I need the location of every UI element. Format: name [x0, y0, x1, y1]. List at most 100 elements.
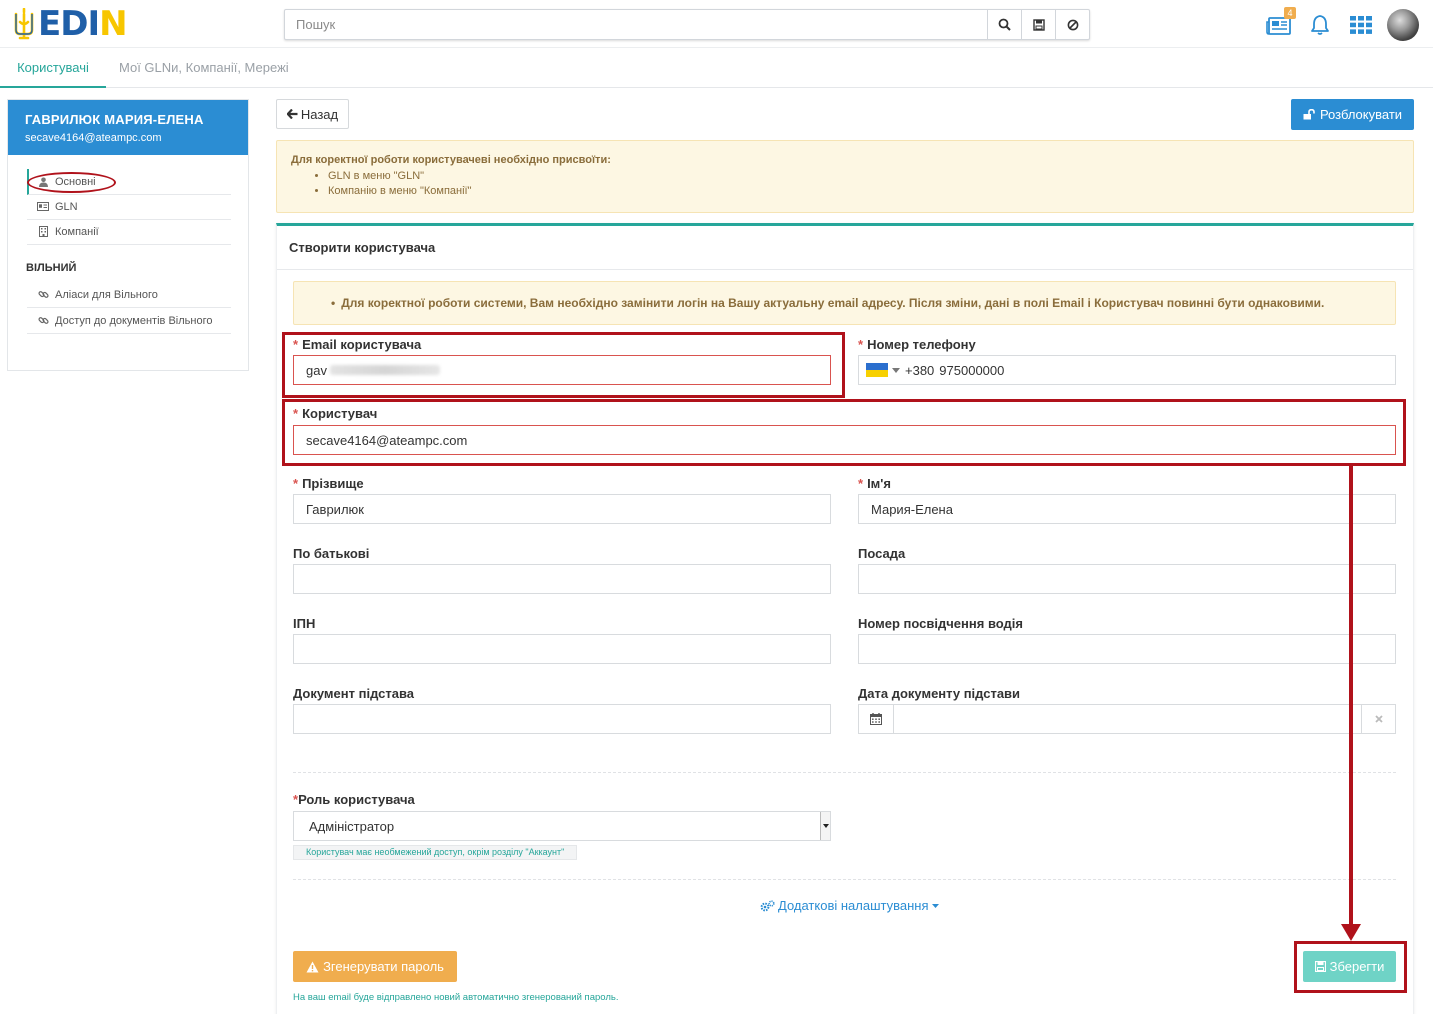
warning-icon	[306, 961, 319, 972]
phone-label: * Номер телефону	[858, 337, 976, 352]
clear-date-button[interactable]	[1361, 705, 1395, 733]
user-avatar[interactable]	[1387, 9, 1419, 41]
top-tabs: Користувачі Мої GLNи, Компанії, Мережі	[0, 48, 1433, 88]
sidebar-item-label: Доступ до документів Вільного	[55, 314, 213, 327]
name-label-text: Ім'я	[867, 476, 891, 491]
tab-users[interactable]: Користувачі	[0, 48, 106, 88]
sidebar-item-doc-access[interactable]: Доступ до документів Вільного	[27, 308, 231, 334]
phone-label-text: Номер телефону	[867, 337, 976, 352]
user-sidebar: ГАВРИЛЮК МАРИЯ-ЕЛЕНА secave4164@ateampc.…	[7, 99, 249, 371]
date-input[interactable]	[894, 705, 1361, 733]
bell-icon	[1311, 15, 1329, 35]
document-field[interactable]	[293, 704, 831, 734]
ipn-field[interactable]	[293, 634, 831, 664]
phone-value: 975000000	[939, 362, 1005, 378]
position-field[interactable]	[858, 564, 1396, 594]
apps-button[interactable]	[1346, 10, 1376, 40]
clear-search-button[interactable]	[1055, 10, 1089, 39]
generate-password-button[interactable]: Згенерувати пароль	[293, 951, 457, 982]
sidebar-item-aliases[interactable]: Аліаси для Вільного	[27, 282, 231, 308]
trident-icon	[14, 8, 34, 40]
sidebar-item-label: Компанії	[55, 225, 99, 238]
surname-label: * Прізвище	[293, 476, 364, 491]
phone-field[interactable]: +380 975000000	[858, 355, 1396, 385]
driver-license-label: Номер посвідчення водія	[858, 616, 1023, 631]
role-select[interactable]: Адміністратор	[293, 811, 831, 841]
card-title: Створити користувача	[289, 240, 436, 255]
surname-label-text: Прізвище	[302, 476, 364, 491]
logo-text: EDIN	[38, 4, 128, 44]
assignment-notice: Для коректної роботи користувачеві необх…	[276, 140, 1414, 213]
floppy-icon	[1032, 18, 1045, 31]
back-button[interactable]: Назад	[276, 99, 349, 129]
highlight-oval	[27, 172, 116, 193]
position-label: Посада	[858, 546, 906, 561]
role-label-text: Роль користувача	[298, 792, 415, 807]
notice-list: GLN в меню "GLN" Компанію в меню "Компан…	[328, 169, 1399, 199]
news-badge: 4	[1284, 7, 1296, 19]
generate-password-label: Згенерувати пароль	[323, 959, 444, 974]
edin-logo[interactable]: EDIN	[12, 4, 128, 44]
calendar-button[interactable]	[859, 705, 894, 733]
caret-down-icon	[931, 903, 939, 908]
tab-glns[interactable]: Мої GLNи, Компанії, Мережі	[119, 48, 289, 88]
close-icon	[1374, 715, 1383, 723]
search-icon	[998, 18, 1011, 31]
section-divider	[293, 772, 1396, 773]
notice-item: GLN в меню "GLN"	[328, 169, 1399, 184]
select-arrow-icon	[820, 812, 830, 840]
document-date-field	[858, 704, 1396, 734]
ban-icon	[1067, 19, 1078, 30]
news-button[interactable]: 4	[1264, 7, 1296, 40]
caret-down-icon	[892, 367, 900, 373]
notifications-button[interactable]	[1305, 10, 1335, 40]
sidebar-section-title: ВІЛЬНИЙ	[26, 262, 77, 274]
link-icon	[36, 315, 50, 326]
name-label: * Ім'я	[858, 476, 891, 491]
surname-value: Гаврилюк	[306, 501, 364, 517]
patronymic-label: По батькові	[293, 546, 370, 561]
notice-title: Для коректної роботи користувачеві необх…	[291, 154, 611, 166]
unlock-icon	[1303, 109, 1315, 120]
sidebar-item-gln[interactable]: GLN	[27, 194, 231, 220]
role-value: Адміністратор	[309, 818, 395, 834]
sidebar-header: ГАВРИЛЮК МАРИЯ-ЕЛЕНА secave4164@ateampc.…	[8, 100, 248, 155]
grid-icon	[1350, 16, 1372, 34]
sidebar-user-name: ГАВРИЛЮК МАРИЯ-ЕЛЕНА	[25, 112, 204, 127]
unlock-button[interactable]: Розблокувати	[1291, 99, 1414, 130]
gears-icon	[760, 899, 775, 911]
search-button[interactable]	[987, 10, 1021, 39]
notice-item: Компанію в меню "Компанії"	[328, 184, 1399, 199]
sidebar-user-email: secave4164@ateampc.com	[25, 132, 162, 144]
login-warning-text: Для коректної роботи системи, Вам необхі…	[341, 296, 1325, 310]
generate-password-note: На ваш email буде відправлено новий авто…	[293, 992, 619, 1003]
sidebar-item-label: GLN	[55, 200, 78, 213]
link-icon	[36, 289, 50, 300]
search-input[interactable]	[285, 10, 987, 39]
bullet: •	[331, 296, 336, 310]
ipn-label: ІПН	[293, 616, 316, 631]
role-label: *Роль користувача	[293, 792, 415, 807]
card-divider	[277, 269, 1413, 270]
name-value: Мария-Елена	[871, 501, 953, 517]
save-search-button[interactable]	[1021, 10, 1055, 39]
unlock-button-label: Розблокувати	[1319, 107, 1403, 122]
name-field[interactable]: Мария-Елена	[858, 494, 1396, 524]
highlight-box-save	[1294, 941, 1407, 993]
surname-field[interactable]: Гаврилюк	[293, 494, 831, 524]
driver-license-field[interactable]	[858, 634, 1396, 664]
highlight-box-email	[282, 332, 845, 398]
login-warning: • Для коректної роботи системи, Вам необ…	[293, 281, 1396, 325]
highlight-box-user	[282, 399, 1406, 466]
sidebar-item-label: Аліаси для Вільного	[55, 288, 158, 301]
back-button-label: Назад	[300, 106, 339, 122]
ukraine-flag-icon[interactable]	[866, 363, 888, 377]
sidebar-item-companies[interactable]: Компанії	[27, 219, 231, 245]
id-card-icon	[36, 202, 50, 211]
advanced-settings-toggle[interactable]: Додаткові налаштування	[760, 898, 939, 913]
calendar-icon	[870, 713, 882, 725]
patronymic-field[interactable]	[293, 564, 831, 594]
document-label: Документ підстава	[293, 686, 415, 701]
building-icon	[36, 226, 50, 237]
top-bar: EDIN 4	[0, 0, 1433, 48]
